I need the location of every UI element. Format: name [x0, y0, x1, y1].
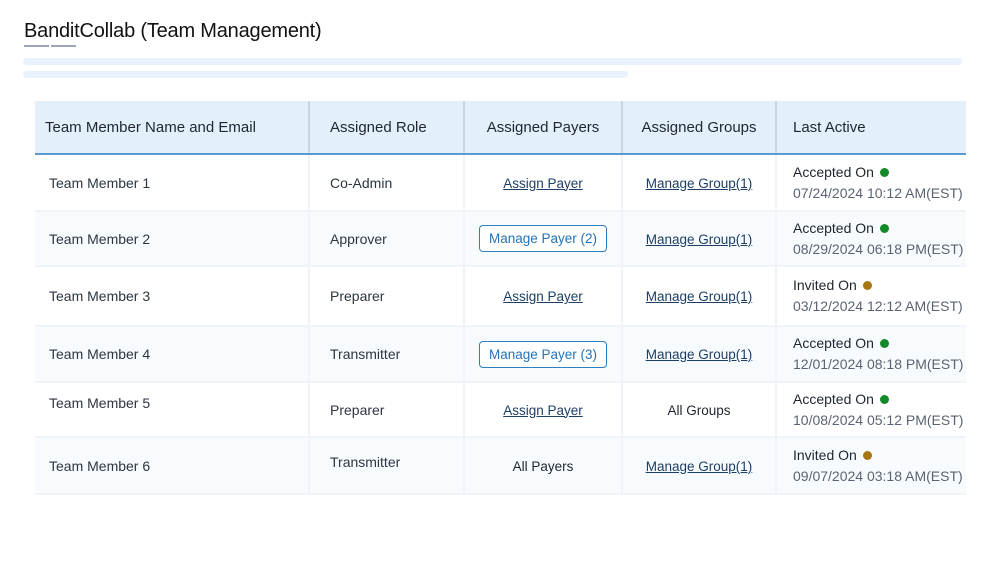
manage-group-link[interactable]: Manage Group(1): [646, 289, 753, 304]
member-name-cell: Team Member 4: [35, 326, 310, 383]
last-active-cell: Accepted On 12/01/2024 08:18 PM(EST): [776, 326, 966, 383]
page-title: BanditCollab (Team Management): [24, 20, 322, 42]
team-members-table: Team Member Name and Email Assigned Role…: [35, 101, 966, 495]
role-cell: Preparer: [309, 266, 465, 327]
column-header-groups[interactable]: Assigned Groups: [622, 101, 777, 155]
payers-cell: Assign Payer: [464, 382, 623, 438]
status-label: Invited On: [793, 446, 857, 463]
manage-group-link[interactable]: Manage Group(1): [646, 232, 753, 247]
column-header-name[interactable]: Team Member Name and Email: [35, 101, 310, 155]
accepted-status-dot-icon: [879, 167, 889, 177]
groups-cell: Manage Group(1): [622, 326, 777, 383]
status-line: Invited On: [793, 275, 952, 296]
all-payers-label: All Payers: [512, 458, 574, 474]
groups-cell: Manage Group(1): [622, 211, 777, 267]
last-active-date: 03/12/2024 12:12 AM(EST): [793, 298, 963, 314]
member-name: Team Member 3: [49, 288, 151, 304]
column-header-last-active[interactable]: Last Active: [776, 101, 966, 155]
column-header-payers[interactable]: Assigned Payers: [464, 101, 623, 155]
last-active-date: 09/07/2024 03:18 AM(EST): [793, 467, 963, 484]
table-row: Team Member 6 Transmitter All Payers Manage…: [35, 437, 966, 495]
status-label: Accepted On: [793, 390, 874, 407]
status-label: Accepted On: [793, 335, 874, 351]
status-label: Invited On: [793, 277, 857, 293]
payers-cell: Manage Payer (3): [464, 326, 623, 383]
last-active-cell: Accepted On 08/29/2024 06:18 PM(EST): [776, 211, 966, 267]
role-cell: Transmitter: [309, 326, 465, 383]
manage-group-link[interactable]: Manage Group(1): [646, 176, 753, 191]
groups-cell: Manage Group(1): [622, 437, 777, 495]
last-active-cell: Accepted On 07/24/2024 10:12 AM(EST): [776, 154, 966, 212]
invited-status-dot-icon: [862, 281, 872, 290]
title-underline: [51, 45, 76, 47]
member-name-cell: Team Member 6: [35, 437, 310, 495]
status-line: Accepted On: [793, 333, 952, 354]
member-name-cell: Team Member 5: [35, 382, 310, 438]
member-name: Team Member 6: [49, 457, 151, 474]
member-name: Team Member 5: [49, 395, 151, 411]
assigned-role: Preparer: [330, 288, 385, 304]
manage-group-link[interactable]: Manage Group(1): [646, 459, 753, 474]
table-row: Team Member 1 Co-Admin Assign Payer Manage …: [35, 154, 966, 212]
table-header-row: Team Member Name and Email Assigned Role…: [35, 101, 966, 155]
assign-payer-link[interactable]: Assign Payer: [503, 403, 583, 418]
last-active-date: 10/08/2024 05:12 PM(EST): [793, 411, 964, 428]
last-active-date: 07/24/2024 10:12 AM(EST): [793, 184, 963, 201]
loading-skeleton-bar: [23, 58, 962, 65]
groups-cell: All Groups: [622, 382, 777, 438]
status-line: Accepted On: [793, 218, 952, 239]
status-label: Accepted On: [793, 163, 874, 180]
role-cell: Co-Admin: [309, 154, 465, 212]
table-row: Team Member 3 Preparer Assign Payer Manage …: [35, 266, 966, 327]
payers-cell: Assign Payer: [464, 154, 623, 212]
manage-payer-button[interactable]: Manage Payer (3): [479, 340, 608, 368]
assigned-role: Transmitter: [330, 346, 401, 362]
assign-payer-link[interactable]: Assign Payer: [503, 289, 583, 304]
role-cell: Approver: [309, 211, 465, 267]
status-line: Invited On: [793, 445, 952, 466]
assign-payer-link[interactable]: Assign Payer: [503, 176, 583, 191]
member-name-cell: Team Member 2: [35, 211, 310, 267]
groups-cell: Manage Group(1): [622, 266, 777, 327]
accepted-status-dot-icon: [879, 223, 889, 233]
manage-group-link[interactable]: Manage Group(1): [646, 347, 753, 362]
table-row: Team Member 4 Transmitter Manage Payer (3)…: [35, 326, 966, 383]
last-active-cell: Invited On 03/12/2024 12:12 AM(EST): [776, 266, 966, 327]
last-active-date: 12/01/2024 08:18 PM(EST): [793, 356, 964, 372]
member-name: Team Member 2: [49, 230, 151, 247]
payers-cell: Assign Payer: [464, 266, 623, 327]
role-cell: Transmitter: [309, 437, 465, 495]
role-cell: Preparer: [309, 382, 465, 438]
loading-skeleton-bar: [23, 71, 628, 78]
status-line: Accepted On: [793, 389, 952, 410]
assigned-role: Transmitter: [330, 454, 401, 470]
groups-cell: Manage Group(1): [622, 154, 777, 212]
member-name: Team Member 4: [49, 346, 151, 362]
status-line: Accepted On: [793, 162, 952, 183]
payers-cell: All Payers: [464, 437, 623, 495]
accepted-status-dot-icon: [879, 394, 889, 404]
member-name-cell: Team Member 3: [35, 266, 310, 327]
accepted-status-dot-icon: [879, 339, 889, 348]
assigned-role: Co-Admin: [330, 174, 393, 191]
status-label: Accepted On: [793, 219, 874, 236]
last-active-date: 08/29/2024 06:18 PM(EST): [793, 240, 964, 257]
title-underline: [24, 45, 49, 47]
last-active-cell: Accepted On 10/08/2024 05:12 PM(EST): [776, 382, 966, 438]
member-name-cell: Team Member 1: [35, 154, 310, 212]
payers-cell: Manage Payer (2): [464, 211, 623, 267]
table-row: Team Member 2 Approver Manage Payer (2) Man…: [35, 211, 966, 267]
all-groups-label: All Groups: [667, 402, 731, 418]
column-header-role[interactable]: Assigned Role: [309, 101, 465, 155]
manage-payer-button[interactable]: Manage Payer (2): [479, 225, 608, 252]
table-row: Team Member 5 Preparer Assign Payer All Gro…: [35, 382, 966, 438]
member-name: Team Member 1: [49, 174, 151, 191]
assigned-role: Approver: [330, 230, 387, 247]
invited-status-dot-icon: [862, 450, 872, 460]
last-active-cell: Invited On 09/07/2024 03:18 AM(EST): [776, 437, 966, 495]
assigned-role: Preparer: [330, 401, 385, 418]
